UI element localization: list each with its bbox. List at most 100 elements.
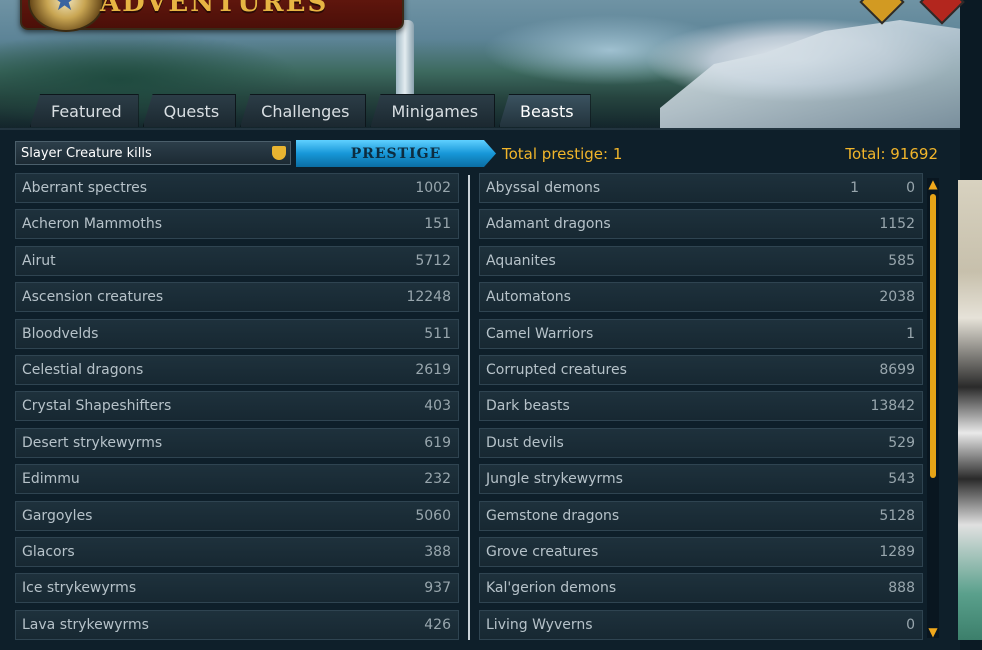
creature-name: Camel Warriors — [486, 325, 594, 342]
list-item[interactable]: Kal'gerion demons 888 — [479, 573, 923, 604]
list-item[interactable]: Airut 5712 — [15, 245, 459, 276]
creature-name: Dark beasts — [486, 398, 570, 415]
column-divider — [468, 175, 470, 640]
creature-name: Acheron Mammoths — [22, 216, 163, 233]
creature-name: Adamant dragons — [486, 216, 611, 233]
kill-count: 529 — [888, 434, 915, 451]
kill-count: 2619 — [415, 361, 451, 378]
kill-count: 0 — [906, 616, 915, 633]
kill-count: 0 — [906, 180, 915, 196]
list-item[interactable]: Celestial dragons 2619 — [15, 354, 459, 385]
creature-name: Ice strykewyrms — [22, 580, 137, 597]
creature-name: Living Wyverns — [486, 616, 593, 633]
list-item[interactable]: Bloodvelds 511 — [15, 318, 459, 349]
kill-count: 2038 — [879, 289, 915, 306]
scroll-up-icon[interactable]: ▲ — [927, 178, 939, 190]
list-item[interactable]: Edimmu 232 — [15, 464, 459, 495]
kill-count: 1152 — [879, 216, 915, 233]
creature-name: Airut — [22, 252, 56, 269]
creature-name: Aquanites — [486, 252, 556, 269]
creature-name: Edimmu — [22, 471, 80, 488]
list-item[interactable]: Aquanites 585 — [479, 245, 923, 276]
kill-count: 12248 — [406, 289, 451, 306]
creature-name: Abyssal demons — [486, 180, 601, 196]
creature-name: Bloodvelds — [22, 325, 99, 342]
list-item[interactable]: Corrupted creatures 8699 — [479, 354, 923, 385]
kill-count: 511 — [424, 325, 451, 342]
list-item[interactable]: Living Wyverns 0 — [479, 609, 923, 640]
kill-count: 8699 — [879, 361, 915, 378]
player-character — [958, 180, 982, 640]
kills-total: Total: 91692 — [845, 145, 938, 163]
creature-name: Kal'gerion demons — [486, 580, 617, 597]
list-item[interactable]: Automatons 2038 — [479, 282, 923, 313]
prestige-count: 1 — [850, 180, 859, 196]
list-item[interactable]: Aberrant spectres 1002 — [15, 173, 459, 203]
kill-count: 232 — [424, 471, 451, 488]
list-item[interactable]: Desert strykewyrms 619 — [15, 427, 459, 458]
chevron-down-icon[interactable] — [272, 146, 286, 160]
kill-count: 5128 — [879, 507, 915, 524]
scroll-thumb[interactable] — [930, 194, 936, 478]
list-item[interactable]: Dark beasts 13842 — [479, 391, 923, 422]
list-item[interactable]: Lava strykewyrms 426 — [15, 609, 459, 640]
list-item[interactable]: Dust devils 529 — [479, 427, 923, 458]
list-item[interactable]: Glacors 388 — [15, 536, 459, 567]
creature-name: Celestial dragons — [22, 361, 144, 378]
left-column: Aberrant spectres 1002 Acheron Mammoths 15… — [15, 173, 459, 646]
creature-name: Glacors — [22, 543, 75, 560]
tab-challenges[interactable]: Challenges — [240, 94, 367, 127]
creature-name: Gargoyles — [22, 507, 93, 524]
list-item[interactable]: Ascension creatures 12248 — [15, 282, 459, 313]
kill-count: 5712 — [415, 252, 451, 269]
creature-name: Jungle strykewyrms — [486, 471, 623, 488]
creature-name: Aberrant spectres — [22, 180, 148, 196]
list-item[interactable]: Ice strykewyrms 937 — [15, 573, 459, 604]
creature-name: Lava strykewyrms — [22, 616, 149, 633]
creature-name: Dust devils — [486, 434, 564, 451]
kill-count: 1289 — [879, 543, 915, 560]
kill-count: 13842 — [870, 398, 915, 415]
tab-beasts[interactable]: Beasts — [499, 94, 591, 127]
list-item[interactable]: Camel Warriors 1 — [479, 318, 923, 349]
creature-name: Crystal Shapeshifters — [22, 398, 172, 415]
list-item[interactable]: Adamant dragons 1152 — [479, 209, 923, 240]
right-column: Abyssal demons 1 0 Adamant dragons 1152 Aqu… — [479, 173, 923, 646]
tab-quests[interactable]: Quests — [142, 94, 237, 127]
kill-count: 5060 — [415, 507, 451, 524]
list-item[interactable]: Gemstone dragons 5128 — [479, 500, 923, 531]
creature-name: Ascension creatures — [22, 289, 164, 306]
list-item[interactable]: Crystal Shapeshifters 403 — [15, 391, 459, 422]
creature-name: Automatons — [486, 289, 571, 306]
kill-count: 426 — [424, 616, 451, 633]
kill-count: 1002 — [415, 180, 451, 196]
banner-mountain — [660, 20, 960, 130]
tab-bar: Featured Quests Challenges Minigames Bea… — [30, 94, 591, 128]
kill-count: 1 — [906, 325, 915, 342]
list-item[interactable]: Grove creatures 1289 — [479, 536, 923, 567]
list-item[interactable]: Jungle strykewyrms 543 — [479, 464, 923, 495]
list-item[interactable]: Acheron Mammoths 151 — [15, 209, 459, 240]
kill-count: 388 — [424, 543, 451, 560]
kill-count: 585 — [888, 252, 915, 269]
list-item[interactable]: Abyssal demons 1 0 — [479, 173, 923, 203]
creature-name: Corrupted creatures — [486, 361, 627, 378]
tab-featured[interactable]: Featured — [30, 94, 139, 127]
kill-count: 619 — [424, 434, 451, 451]
kill-count: 888 — [888, 580, 915, 597]
category-select-value: Slayer Creature kills — [21, 145, 152, 161]
creature-name: Desert strykewyrms — [22, 434, 163, 451]
kill-count: 937 — [424, 580, 451, 597]
prestige-button[interactable]: PRESTIGE — [296, 140, 496, 167]
list-item[interactable]: Gargoyles 5060 — [15, 500, 459, 531]
category-select[interactable]: Slayer Creature kills — [15, 141, 291, 165]
kill-count: 543 — [888, 471, 915, 488]
kill-count: 403 — [424, 398, 451, 415]
window-title: ADVENTURES — [100, 0, 329, 18]
scroll-down-icon[interactable]: ▼ — [927, 626, 939, 638]
tab-minigames[interactable]: Minigames — [370, 94, 496, 127]
creature-name: Grove creatures — [486, 543, 599, 560]
kill-count: 151 — [424, 216, 451, 233]
creature-name: Gemstone dragons — [486, 507, 620, 524]
scrollbar[interactable]: ▲ ▼ — [927, 178, 939, 638]
